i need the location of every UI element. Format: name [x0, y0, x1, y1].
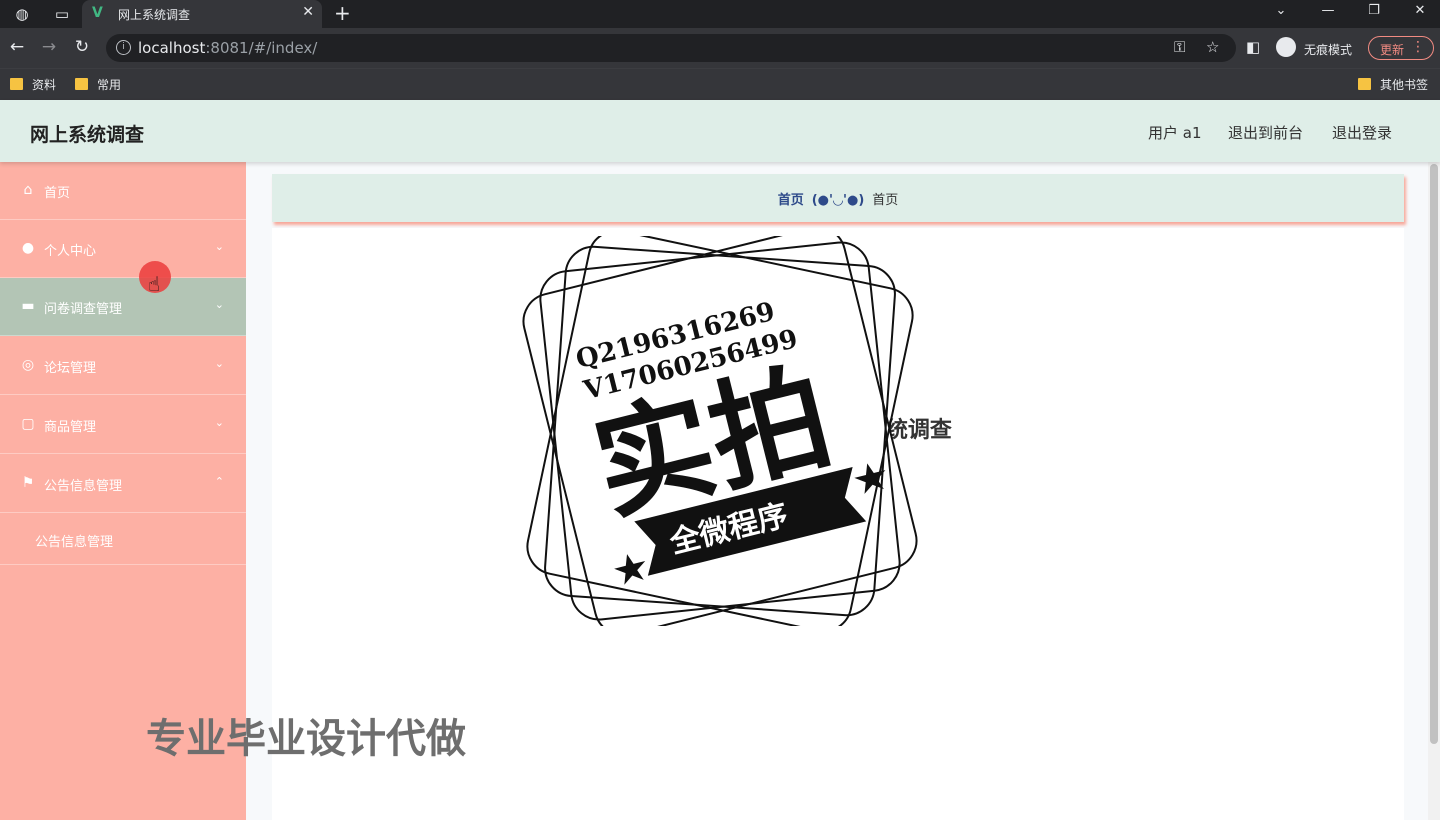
watermark-stamp: Q2196316269 V17060256499 实拍 全微程序 — [522, 236, 918, 626]
minimize-icon[interactable]: — — [1318, 3, 1338, 18]
user-icon: ● — [21, 240, 35, 256]
tab-close-icon[interactable]: ✕ — [302, 4, 314, 20]
globe-icon[interactable]: ◍ — [12, 4, 32, 24]
folder-icon — [75, 78, 88, 90]
breadcrumb-current: 首页 — [872, 193, 899, 208]
home-icon: ⌂ — [23, 182, 33, 198]
vue-logo-icon: V — [92, 5, 103, 21]
menu-dots-icon[interactable]: ⋮ — [1411, 39, 1425, 55]
ticket-icon: ▬ — [21, 298, 35, 314]
bookmark-star-icon[interactable]: ☆ — [1206, 38, 1219, 56]
breadcrumb: 首页 (●'◡'●) 首页 — [272, 189, 1404, 208]
page-scrollbar[interactable] — [1428, 162, 1440, 820]
hand-cursor-icon: ☝ — [148, 272, 161, 296]
side-panel-icon[interactable]: ◧ — [1246, 38, 1260, 56]
folder-icon — [1358, 78, 1371, 90]
bookmarks-bar: 资料 常用 其他书签 — [0, 68, 1440, 100]
sidebar-item-forum-management[interactable]: ◎ 论坛管理 ⌄ — [0, 337, 246, 395]
new-tab-icon[interactable]: + — [334, 1, 351, 25]
app-header: 网上系统调查 用户 a1 退出到前台 退出登录 — [0, 100, 1440, 162]
site-info-icon[interactable]: i — [116, 40, 131, 55]
incognito-icon[interactable] — [1276, 37, 1296, 57]
browser-tab[interactable]: V 网上系统调查 ✕ — [82, 0, 322, 28]
reload-icon[interactable]: ↻ — [71, 37, 93, 57]
sidebar-item-survey-management[interactable]: ▬ 问卷调查管理 ⌄ — [0, 278, 246, 336]
breadcrumb-separator: (●'◡'●) — [811, 193, 865, 208]
scrollbar-thumb[interactable] — [1430, 164, 1438, 744]
sidebar-item-notice-management[interactable]: ⚑ 公告信息管理 ⌃ — [0, 455, 246, 513]
breadcrumb-bar: 首页 (●'◡'●) 首页 — [272, 174, 1404, 222]
browser-toolbar: ← → ↻ i localhost:8081/#/index/ ⚿ ☆ ◧ 无痕… — [0, 28, 1440, 68]
chevron-down-icon: ⌄ — [214, 357, 224, 370]
folder-icon — [10, 78, 23, 90]
incognito-label: 无痕模式 — [1304, 43, 1353, 57]
chevron-up-icon: ⌃ — [214, 475, 224, 488]
sidebar-item-home[interactable]: ⌂ 首页 — [0, 162, 246, 220]
flag-icon: ⚑ — [21, 475, 35, 491]
logout-link[interactable]: 退出登录 — [1332, 122, 1392, 143]
sidebar-item-personal-center[interactable]: ● 个人中心 ⌄ — [0, 220, 246, 278]
address-bar[interactable]: i localhost:8081/#/index/ ⚿ ☆ — [106, 34, 1236, 62]
window-close-icon[interactable]: ✕ — [1410, 3, 1430, 18]
update-button[interactable]: 更新 ⋮ — [1368, 36, 1434, 60]
update-label: 更新 — [1380, 43, 1405, 57]
app-title: 网上系统调查 — [30, 124, 145, 146]
key-icon[interactable]: ⚿ — [1174, 38, 1185, 56]
sidebar-item-product-management[interactable]: ▢ 商品管理 ⌄ — [0, 396, 246, 454]
chevron-down-icon: ⌄ — [214, 298, 224, 311]
sidebar-subitem-notice-management[interactable]: 公告信息管理 — [0, 513, 246, 565]
browser-tab-bar: ◍ ▭ V 网上系统调查 ✕ + ⌄ — ❐ ✕ — [0, 0, 1440, 28]
forward-icon[interactable]: → — [38, 37, 60, 57]
tab-title: 网上系统调查 — [118, 8, 191, 22]
back-icon[interactable]: ← — [6, 37, 28, 57]
window-icon[interactable]: ▭ — [52, 4, 72, 24]
exit-to-front-link[interactable]: 退出到前台 — [1228, 122, 1303, 143]
chevron-down-icon: ⌄ — [214, 240, 224, 253]
user-label: 用户 a1 — [1148, 124, 1202, 142]
restore-icon[interactable]: ❐ — [1364, 3, 1384, 18]
chevron-down-icon: ⌄ — [214, 416, 224, 429]
product-icon: ▢ — [21, 416, 35, 432]
overlay-caption: 专业毕业设计代做 — [146, 716, 466, 762]
tab-search-icon[interactable]: ⌄ — [1271, 3, 1291, 18]
breadcrumb-home[interactable]: 首页 — [778, 193, 804, 208]
url-text: localhost:8081/#/index/ — [138, 39, 318, 57]
forum-icon: ◎ — [21, 357, 35, 373]
